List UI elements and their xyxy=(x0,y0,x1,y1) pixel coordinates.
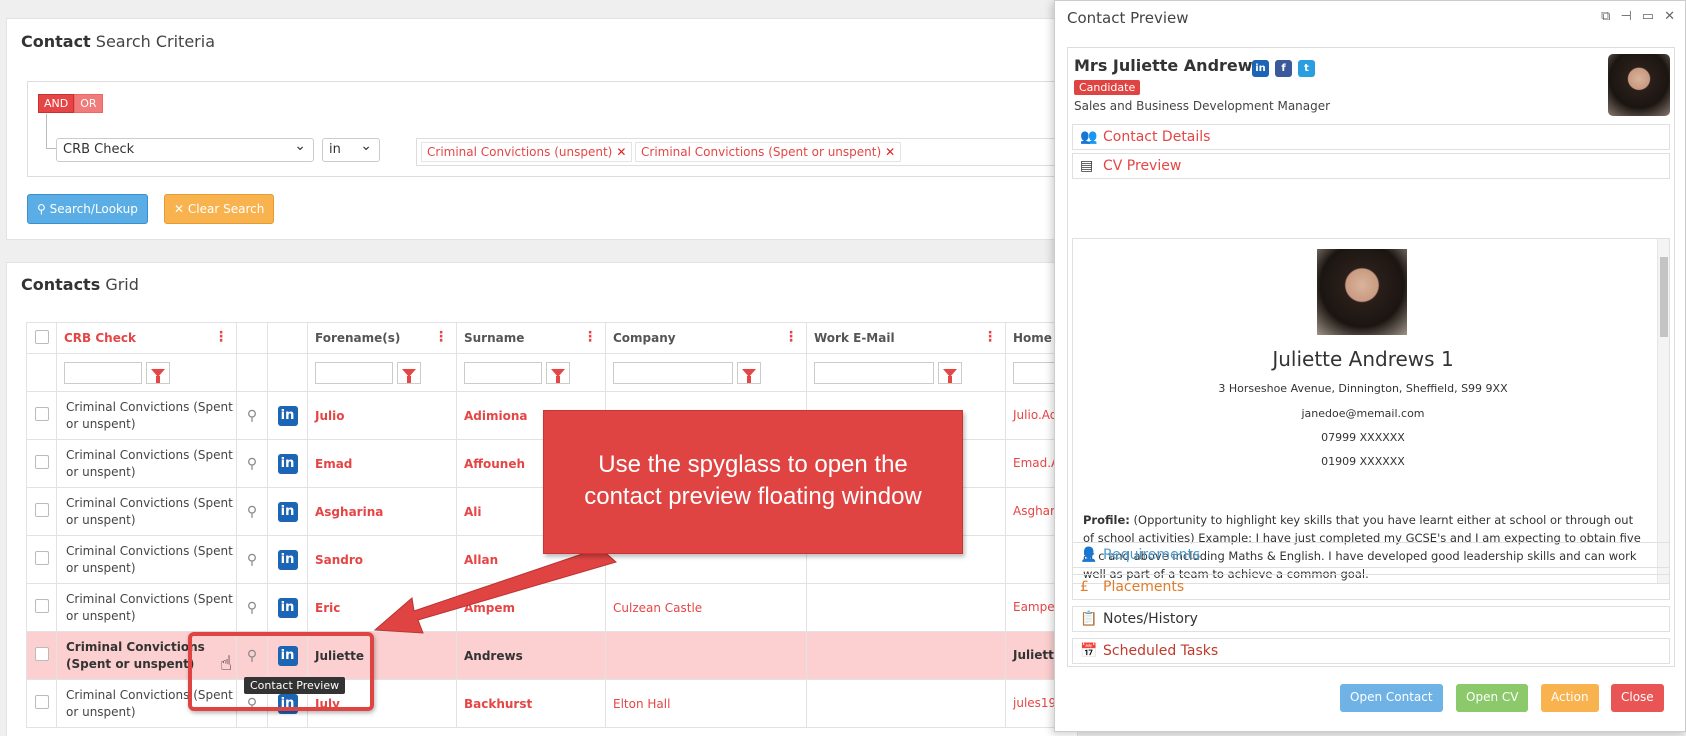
popout-icon[interactable]: ⧉ xyxy=(1601,9,1610,24)
close-button[interactable]: Close xyxy=(1611,684,1664,712)
linkedin-icon[interactable]: in xyxy=(1252,60,1269,77)
cv-scrollbar[interactable] xyxy=(1657,239,1669,583)
users-icon: 👥 xyxy=(1080,129,1098,145)
social-links: in f t xyxy=(1252,60,1315,77)
cv-email: janedoe@memail.com xyxy=(1301,407,1425,420)
preview-window-title: Contact Preview xyxy=(1067,9,1189,27)
window-controls: ⧉ ⊣ ▭ ✕ xyxy=(1601,9,1675,24)
close-window-icon[interactable]: ✕ xyxy=(1664,9,1675,24)
calendar-icon: 📅 xyxy=(1080,643,1098,659)
section-contact-details[interactable]: 👥 Contact Details xyxy=(1072,124,1670,150)
section-cv-preview[interactable]: ▤ CV Preview xyxy=(1072,153,1670,179)
section-scheduled-tasks[interactable]: 📅 Scheduled Tasks xyxy=(1072,638,1670,664)
open-cv-button[interactable]: Open CV xyxy=(1456,684,1529,712)
cv-preview-area[interactable]: Juliette Andrews 1 3 Horseshoe Avenue, D… xyxy=(1072,238,1670,584)
section-requirements[interactable]: 👤 Requirements xyxy=(1072,542,1670,568)
cv-name: Juliette Andrews 1 xyxy=(1272,347,1454,371)
scrollbar-thumb[interactable] xyxy=(1660,257,1668,337)
contact-name: Mrs Juliette Andrews xyxy=(1074,56,1263,75)
maximize-icon[interactable]: ▭ xyxy=(1642,9,1654,24)
twitter-icon[interactable]: t xyxy=(1298,60,1315,77)
pin-icon[interactable]: ⊣ xyxy=(1620,9,1631,24)
add-user-icon: 👤 xyxy=(1080,547,1098,563)
spyglass-tooltip: Contact Preview xyxy=(244,677,346,694)
spyglass-highlight-box xyxy=(188,632,374,711)
avatar xyxy=(1608,54,1670,116)
preview-body: Mrs Juliette Andrews in f t Candidate Sa… xyxy=(1067,47,1675,667)
facebook-icon[interactable]: f xyxy=(1275,60,1292,77)
section-placements[interactable]: £ Placements xyxy=(1072,574,1670,600)
annotation-callout: Use the spyglass to open the contact pre… xyxy=(543,410,963,554)
pound-icon: £ xyxy=(1080,579,1089,595)
open-contact-button[interactable]: Open Contact xyxy=(1340,684,1443,712)
cv-phone-mobile: 07999 XXXXXX xyxy=(1321,431,1405,444)
action-button[interactable]: Action xyxy=(1541,684,1599,712)
status-badge: Candidate xyxy=(1074,80,1141,95)
hand-cursor-icon: ☝ xyxy=(220,651,233,675)
document-icon: ▤ xyxy=(1080,158,1094,174)
contact-preview-window[interactable]: Contact Preview ⧉ ⊣ ▭ ✕ Mrs Juliette And… xyxy=(1054,0,1686,732)
section-notes-history[interactable]: 📋 Notes/History xyxy=(1072,606,1670,632)
cv-phone-home: 01909 XXXXXX xyxy=(1321,455,1405,468)
cv-photo xyxy=(1317,249,1407,335)
cv-address: 3 Horseshoe Avenue, Dinnington, Sheffiel… xyxy=(1218,382,1508,395)
clipboard-icon: 📋 xyxy=(1080,611,1098,627)
job-title: Sales and Business Development Manager xyxy=(1074,99,1331,113)
